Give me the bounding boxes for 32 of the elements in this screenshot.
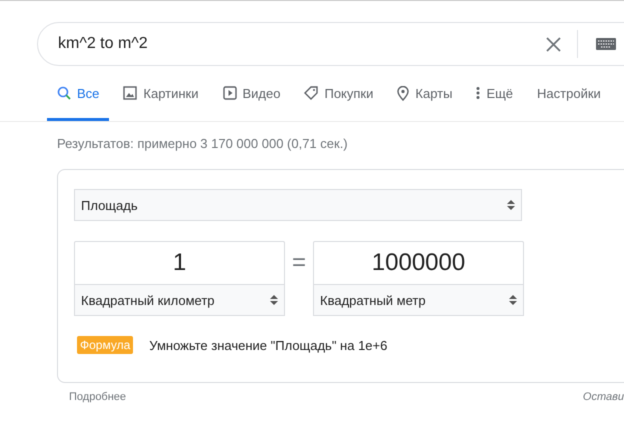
image-icon	[123, 86, 138, 100]
quantity-select[interactable]: Площадь	[74, 189, 522, 221]
search-tab[interactable]: Карты	[387, 86, 462, 121]
keyboard-button[interactable]	[596, 38, 616, 50]
search-tab[interactable]: Видео	[212, 86, 290, 121]
formula-text: Умножьте значение "Площадь" на 1e+6	[149, 338, 388, 352]
search-tab[interactable]: Покупки	[294, 86, 384, 121]
close-icon	[546, 36, 561, 52]
more-icon	[476, 86, 480, 100]
formula-label: Формула	[77, 336, 134, 354]
to-value-input[interactable]: 1000000	[313, 241, 524, 284]
result-stats: Результатов: примерно 3 170 000 000 (0,71 сек.)	[57, 136, 349, 151]
play-icon	[222, 86, 236, 100]
search-tab[interactable]: Ещё	[466, 86, 524, 121]
more-link[interactable]: Подробнее	[69, 391, 126, 403]
dropdown-arrows-icon	[507, 199, 515, 211]
dropdown-arrows-icon	[509, 294, 517, 306]
tag-icon	[304, 86, 318, 100]
search-bar[interactable]: km^2 to m^2	[37, 22, 624, 66]
search-tab[interactable]: Картинки	[113, 86, 208, 121]
equals-sign: =	[291, 249, 307, 277]
search-tab[interactable]: Все	[47, 86, 110, 121]
dropdown-arrows-icon	[270, 294, 278, 306]
map-pin-icon	[397, 86, 410, 101]
feedback-link[interactable]: Остави	[582, 391, 624, 403]
search-icon	[57, 86, 71, 100]
search-tab[interactable]: Настройки	[527, 86, 611, 121]
clear-button[interactable]	[546, 36, 561, 52]
from-value-input[interactable]: 1	[74, 241, 285, 284]
to-unit-select[interactable]: Квадратный метр	[313, 284, 524, 316]
from-unit-select[interactable]: Квадратный километр	[74, 284, 285, 316]
keyboard-icon	[596, 38, 616, 50]
